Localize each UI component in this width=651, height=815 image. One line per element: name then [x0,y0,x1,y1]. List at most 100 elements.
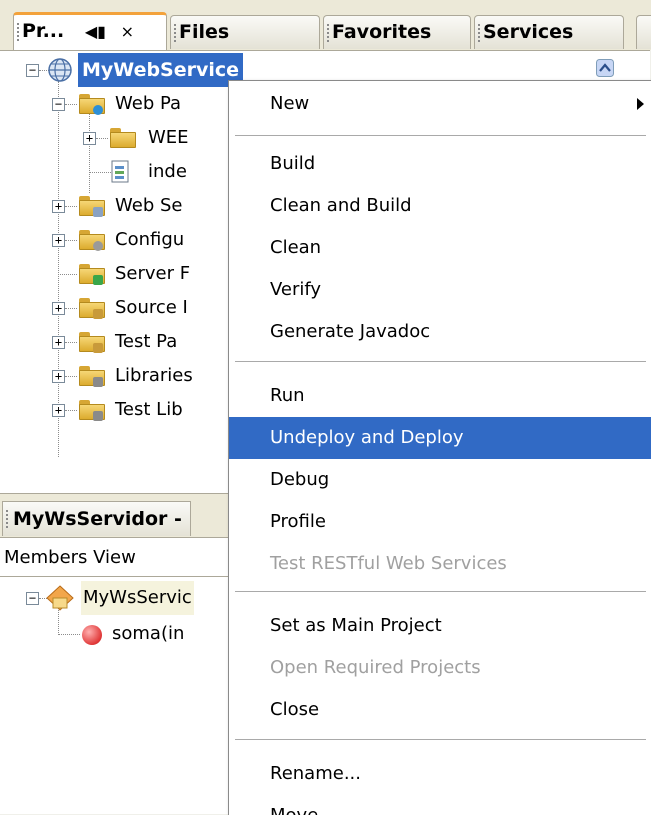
close-tab-icon[interactable]: × [121,22,134,41]
tree-node-label: Libraries [115,365,193,386]
menu-item-label: Set as Main Project [270,615,442,636]
menu-item-set-as-main-project[interactable]: Set as Main Project [229,605,651,647]
tab-grip [6,510,8,528]
tree-node-label: WEE [148,127,189,148]
tab-projects[interactable]: Pr... ◀▮ × [13,12,167,50]
menu-item-test-restful[interactable]: Test RESTful Web Services [229,543,651,585]
menu-separator [235,135,646,136]
package-badge-icon [93,343,103,353]
tab-grip [174,24,176,42]
tab-favorites-label: Favorites [332,21,432,43]
menu-item-close[interactable]: Close [229,689,651,731]
menu-separator [235,591,646,592]
menu-item-label: Open Required Projects [270,657,481,678]
expand-icon[interactable]: + [52,336,65,349]
tab-grip [327,24,329,42]
scroll-up-icon[interactable] [596,59,614,77]
tree-node-test-packages[interactable]: + Test Pa [0,325,230,359]
tree-node-web-pages[interactable]: − Web Pa [0,87,230,121]
menu-separator [235,739,646,740]
collapse-icon[interactable]: − [52,98,65,111]
collapse-icon[interactable]: − [26,64,39,77]
menu-item-label: Clean [270,237,322,258]
tree-guide-line [65,206,77,207]
tree-node-label: Server F [115,263,191,284]
tab-favorites[interactable]: Favorites [323,15,471,49]
tab-overflow[interactable] [636,15,651,49]
tab-projects-label: Pr... [22,20,65,42]
menu-item-profile[interactable]: Profile [229,501,651,543]
minimize-window-icon[interactable]: ◀▮ [85,22,106,41]
tree-node-label: Source I [115,297,188,318]
expand-icon[interactable]: + [52,404,65,417]
tree-node-web-inf[interactable]: + WEE [0,121,230,155]
navigator-root-row[interactable]: − MyWsServic [0,581,230,615]
menu-item-label: Verify [270,279,322,300]
tree-node-configuration[interactable]: + Configu [0,223,230,257]
menu-item-debug[interactable]: Debug [229,459,651,501]
expand-icon[interactable]: + [52,234,65,247]
collapse-icon[interactable]: − [26,592,39,605]
menu-item-label: Run [270,385,305,406]
tree-guide-line [65,240,77,241]
expand-icon[interactable]: + [52,200,65,213]
tree-node-libraries[interactable]: + Libraries [0,359,230,393]
jar-badge-icon [93,377,103,387]
tree-node-label: inde [148,161,187,182]
tree-node-test-libraries[interactable]: + Test Lib [0,393,230,427]
expand-icon[interactable]: + [52,302,65,315]
tab-files-label: Files [179,21,230,43]
tree-guide-line [96,138,108,139]
service-badge-icon [93,207,103,217]
menu-item-open-required-projects[interactable]: Open Required Projects [229,647,651,689]
menu-item-label: Profile [270,511,326,532]
navigator-title: MyWsServidor - [13,508,182,530]
navigator-method-row[interactable]: soma(in [0,617,230,651]
tree-guide-line [65,342,77,343]
explorer-tab-strip: Pr... ◀▮ × Files Favorites Services [0,0,651,50]
menu-item-clean[interactable]: Clean [229,227,651,269]
tree-guide-line [65,376,77,377]
menu-item-clean-and-build[interactable]: Clean and Build [229,185,651,227]
tree-node-label: Test Pa [115,331,178,352]
tab-grip [478,24,480,42]
menu-item-label: Build [270,153,316,174]
tree-node-index[interactable]: inde [0,155,230,189]
gear-badge-icon [93,241,103,251]
project-context-menu: New Build Clean and Build Clean Verify G… [228,80,651,815]
jar-badge-icon [93,411,103,421]
tree-node-label: Test Lib [115,399,183,420]
tree-guide-line [65,104,77,105]
menu-item-rename[interactable]: Rename... [229,753,651,795]
navigator-method-label: soma(in [112,623,185,644]
tree-guide-line [58,274,77,275]
menu-item-build[interactable]: Build [229,143,651,185]
tree-node-server-resources[interactable]: Server F [0,257,230,291]
menu-separator [235,361,646,362]
expand-icon[interactable]: + [52,370,65,383]
menu-item-generate-javadoc[interactable]: Generate Javadoc [229,311,651,353]
package-badge-icon [93,309,103,319]
menu-item-verify[interactable]: Verify [229,269,651,311]
tab-services[interactable]: Services [474,15,624,49]
menu-item-move[interactable]: Move... [229,795,651,815]
tab-grip [17,23,19,41]
tab-files[interactable]: Files [170,15,320,49]
tree-node-source-packages[interactable]: + Source I [0,291,230,325]
menu-item-run[interactable]: Run [229,375,651,417]
menu-item-new[interactable]: New [229,83,651,125]
tree-guide-line [89,172,111,173]
menu-item-label: Undeploy and Deploy [270,427,464,448]
jsp-file-icon [111,160,129,183]
public-method-icon [82,625,102,645]
tree-node-web-services[interactable]: + Web Se [0,189,230,223]
navigator-tab[interactable]: MyWsServidor - [2,501,191,536]
menu-item-undeploy-and-deploy[interactable]: Undeploy and Deploy [229,417,651,459]
menu-item-label: Debug [270,469,330,490]
tree-guide-line [65,410,77,411]
tree-guide-line [58,634,80,635]
web-service-class-icon [46,585,74,611]
tab-services-label: Services [483,21,574,43]
members-view-label: Members View [4,547,136,568]
expand-icon[interactable]: + [83,132,96,145]
